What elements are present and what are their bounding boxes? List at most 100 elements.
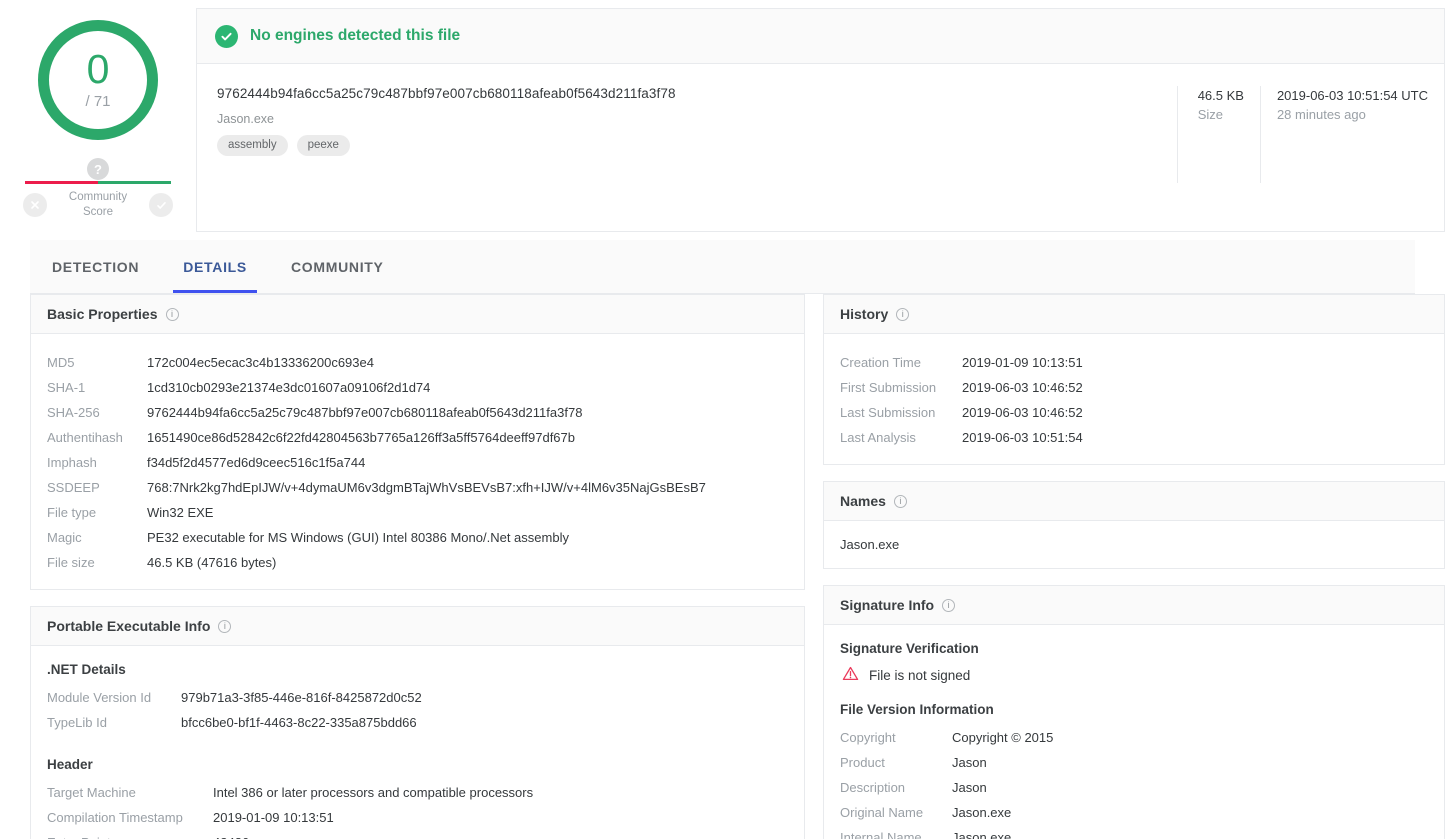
tab-detection[interactable]: DETECTION (30, 240, 161, 293)
verdict-text: No engines detected this file (250, 27, 461, 44)
file-size-label: Size (1197, 107, 1223, 122)
portable-executable-info-panel: Portable Executable Info i .NET Details … (30, 606, 805, 839)
property-value: 2019-06-03 10:46:52 (962, 405, 1083, 420)
panel-title: History (840, 306, 889, 322)
details-columns: Basic Properties i MD5 172c004ec5ecac3c4… (0, 294, 1445, 839)
property-key: Description (840, 780, 906, 795)
file-tag[interactable]: peexe (296, 135, 350, 156)
property-key: First Submission (840, 380, 937, 395)
property-value: bfcc6be0-bf1f-4463-8c22-335a875bdd66 (181, 715, 417, 730)
property-value: Jason.exe (952, 830, 1012, 839)
table-row: SSDEEP 768:7Nrk2kg7hdEpIJW/v+4dymaUM6v3d… (47, 475, 788, 500)
check-circle-icon[interactable] (149, 193, 173, 217)
property-key: Magic (47, 530, 82, 545)
question-mark-icon: ? (87, 158, 109, 180)
warning-triangle-icon (842, 666, 859, 684)
panel-title: Names (840, 493, 886, 509)
community-score-widget[interactable]: ? Community Score (23, 158, 173, 220)
community-bar-negative (25, 181, 98, 184)
file-sha256[interactable]: 9762444b94fa6cc5a25c79c487bbf97e007cb680… (217, 86, 1177, 101)
table-row: First Submission 2019-06-03 10:46:52 (840, 375, 1428, 400)
file-meta: 46.5 KB Size 2019-06-03 10:51:54 UTC 28 … (1176, 86, 1444, 183)
net-details-heading: .NET Details (47, 662, 126, 677)
analysis-date-block: 2019-06-03 10:51:54 UTC 28 minutes ago (1259, 86, 1444, 183)
community-bar-positive (98, 181, 171, 184)
info-icon[interactable]: i (942, 598, 956, 612)
score-column: 0 / 71 ? Community Score (0, 8, 196, 232)
pe-info-header: Portable Executable Info i (31, 607, 804, 646)
file-tag[interactable]: assembly (217, 135, 288, 156)
community-score-row: Community Score (23, 190, 173, 220)
header-heading: Header (47, 757, 93, 772)
property-value: Copyright © 2015 (952, 730, 1054, 745)
info-icon[interactable]: i (893, 494, 907, 508)
property-key: Product (840, 755, 885, 770)
table-row: Original Name Jason.exe (840, 800, 1428, 825)
panel-title: Signature Info (840, 597, 935, 613)
tab-community[interactable]: COMMUNITY (269, 240, 406, 293)
property-key: File size (47, 555, 95, 570)
property-key: Creation Time (840, 355, 921, 370)
table-row: Authentihash 1651490ce86d52842c6f22fd428… (47, 425, 788, 450)
right-column: History i Creation Time 2019-01-09 10:13… (823, 294, 1445, 839)
detection-score-donut: 0 / 71 (38, 20, 158, 140)
property-key: File type (47, 505, 97, 520)
history-body: Creation Time 2019-01-09 10:13:51 First … (824, 334, 1444, 464)
file-tags: assembly peexe (217, 135, 1177, 156)
panel-title: Basic Properties (47, 306, 158, 322)
analysis-date: 2019-06-03 10:51:54 UTC (1276, 88, 1428, 103)
table-row: Compilation Timestamp 2019-01-09 10:13:5… (47, 805, 788, 830)
property-value: Intel 386 or later processors and compat… (213, 785, 534, 800)
table-row: Creation Time 2019-01-09 10:13:51 (840, 350, 1428, 375)
table-row: File size 46.5 KB (47616 bytes) (47, 550, 788, 575)
property-key: TypeLib Id (47, 715, 107, 730)
signature-status-text: File is not signed (869, 667, 971, 683)
property-value: 2019-01-09 10:13:51 (962, 355, 1083, 370)
property-key: Compilation Timestamp (47, 810, 183, 825)
info-icon[interactable]: i (165, 307, 179, 321)
table-row: MD5 172c004ec5ecac3c4b13336200c693e4 (47, 350, 788, 375)
tab-bar: DETECTION DETAILS COMMUNITY (30, 240, 1415, 294)
tab-details[interactable]: DETAILS (161, 240, 269, 293)
check-circle-icon (215, 24, 238, 48)
property-key: Internal Name (840, 830, 922, 839)
signature-info-panel: Signature Info i Signature Verification … (823, 585, 1445, 839)
property-value: 46.5 KB (47616 bytes) (147, 555, 277, 570)
property-key: Copyright (840, 730, 896, 745)
pe-info-body: .NET Details Module Version Id 979b71a3-… (31, 646, 804, 839)
property-key: Module Version Id (47, 690, 152, 705)
table-row: SHA-256 9762444b94fa6cc5a25c79c487bbf97e… (47, 400, 788, 425)
property-value: 172c004ec5ecac3c4b13336200c693e4 (147, 355, 374, 370)
table-row: Entry Point 48486 (47, 830, 788, 839)
property-value: Jason.exe (952, 805, 1012, 820)
info-icon[interactable]: i (218, 619, 232, 633)
property-value: Jason (952, 780, 987, 795)
table-row: Description Jason (840, 775, 1428, 800)
property-key: SSDEEP (47, 480, 100, 495)
file-card-body: 9762444b94fa6cc5a25c79c487bbf97e007cb680… (197, 64, 1444, 183)
file-version-table: Copyright Copyright © 2015 Product Jason… (840, 725, 1428, 839)
x-circle-icon[interactable] (23, 193, 47, 217)
basic-properties-body: MD5 172c004ec5ecac3c4b13336200c693e4 SHA… (31, 334, 804, 589)
list-item: Jason.exe (840, 537, 900, 552)
file-size-value: 46.5 KB (1197, 88, 1244, 103)
table-row: Copyright Copyright © 2015 (840, 725, 1428, 750)
history-table: Creation Time 2019-01-09 10:13:51 First … (840, 350, 1428, 450)
table-row: SHA-1 1cd310cb0293e21374e3dc01607a09106f… (47, 375, 788, 400)
signature-status: File is not signed (842, 666, 1428, 684)
property-key: Last Submission (840, 405, 936, 420)
file-identity: 9762444b94fa6cc5a25c79c487bbf97e007cb680… (197, 86, 1177, 183)
info-icon[interactable]: i (896, 307, 910, 321)
property-key: SHA-1 (47, 380, 86, 395)
property-key: Imphash (47, 455, 97, 470)
table-row: Last Submission 2019-06-03 10:46:52 (840, 400, 1428, 425)
property-key: Original Name (840, 805, 924, 820)
table-row: Internal Name Jason.exe (840, 825, 1428, 839)
property-key: Authentihash (47, 430, 123, 445)
property-value: 1cd310cb0293e21374e3dc01607a09106f2d1d74 (147, 380, 431, 395)
property-value: 9762444b94fa6cc5a25c79c487bbf97e007cb680… (147, 405, 583, 420)
signature-verification-heading: Signature Verification (840, 641, 979, 656)
names-body: Jason.exe (824, 521, 1444, 568)
table-row: Module Version Id 979b71a3-3f85-446e-816… (47, 685, 788, 710)
property-value: PE32 executable for MS Windows (GUI) Int… (147, 530, 569, 545)
